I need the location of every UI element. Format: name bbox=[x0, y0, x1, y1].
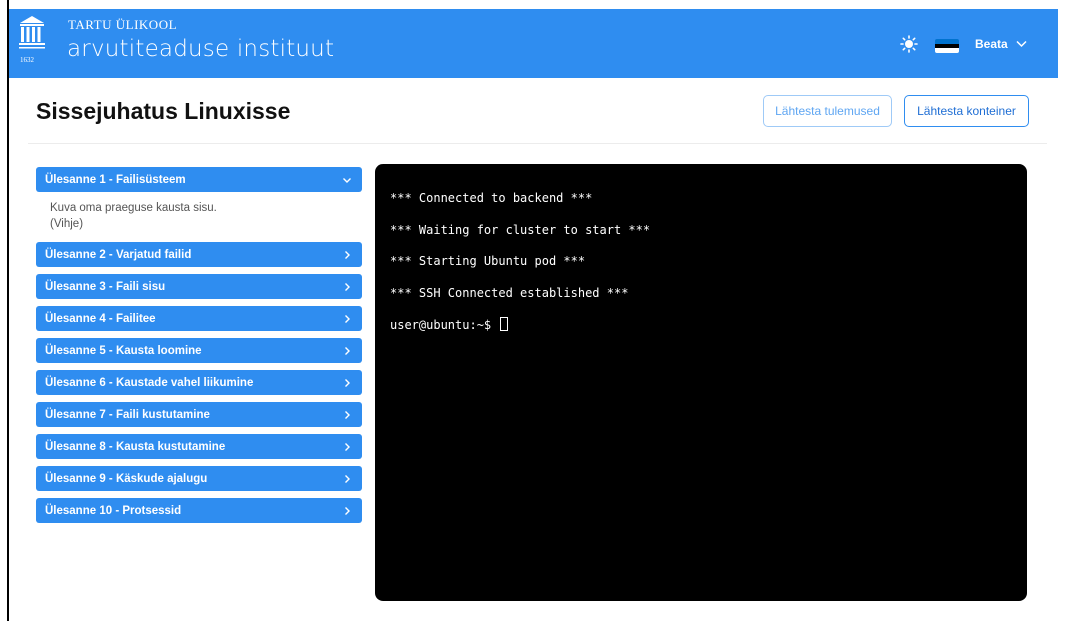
task-8[interactable]: Ülesanne 8 - Kausta kustutamine bbox=[36, 434, 362, 459]
task-list: Ülesanne 1 - Failisüsteem Kuva oma praeg… bbox=[36, 167, 362, 530]
estonian-flag-icon[interactable] bbox=[935, 39, 959, 53]
chevron-right-icon bbox=[345, 346, 350, 355]
terminal-prompt-line[interactable]: user@ubuntu:~$ bbox=[390, 317, 1027, 349]
app-frame: 1632 TARTU ÜLIKOOL arvutiteaduse institu… bbox=[0, 0, 1088, 621]
chevron-right-icon bbox=[345, 474, 350, 483]
task-1-details: Kuva oma praeguse kausta sisu. (Vihje) bbox=[36, 196, 362, 242]
reset-container-button[interactable]: Lähtesta konteiner bbox=[904, 95, 1029, 127]
chevron-right-icon bbox=[345, 442, 350, 451]
task-label: Ülesanne 10 - Protsessid bbox=[45, 504, 182, 517]
task-label: Ülesanne 1 - Failisüsteem bbox=[45, 173, 186, 186]
task-5[interactable]: Ülesanne 5 - Kausta loomine bbox=[36, 338, 362, 363]
task-description: Kuva oma praeguse kausta sisu. bbox=[50, 202, 217, 214]
window-edge bbox=[7, 0, 9, 621]
user-menu[interactable]: Beata bbox=[975, 37, 1027, 51]
reset-results-button[interactable]: Lähtesta tulemused bbox=[763, 95, 892, 127]
task-1[interactable]: Ülesanne 1 - Failisüsteem bbox=[36, 167, 362, 192]
chevron-right-icon bbox=[345, 314, 350, 323]
chevron-right-icon bbox=[345, 378, 350, 387]
divider bbox=[28, 143, 1047, 144]
chevron-right-icon bbox=[345, 282, 350, 291]
terminal-line: *** SSH Connected established *** bbox=[390, 285, 629, 300]
task-4[interactable]: Ülesanne 4 - Failitee bbox=[36, 306, 362, 331]
task-9[interactable]: Ülesanne 9 - Käskude ajalugu bbox=[36, 466, 362, 491]
page-title: Sissejuhatus Linuxisse bbox=[36, 98, 291, 124]
task-label: Ülesanne 4 - Failitee bbox=[45, 312, 156, 325]
task-label: Ülesanne 9 - Käskude ajalugu bbox=[45, 472, 208, 485]
task-6[interactable]: Ülesanne 6 - Kaustade vahel liikumine bbox=[36, 370, 362, 395]
top-header: 1632 TARTU ÜLIKOOL arvutiteaduse institu… bbox=[9, 9, 1058, 78]
task-10[interactable]: Ülesanne 10 - Protsessid bbox=[36, 498, 362, 523]
task-label: Ülesanne 5 - Kausta loomine bbox=[45, 344, 202, 357]
terminal-line: *** Connected to backend *** bbox=[390, 191, 593, 205]
task-7[interactable]: Ülesanne 7 - Faili kustutamine bbox=[36, 402, 362, 427]
terminal-line: *** Waiting for cluster to start *** bbox=[390, 222, 651, 237]
terminal-cursor bbox=[500, 317, 509, 331]
chevron-right-icon bbox=[345, 250, 350, 259]
task-label: Ülesanne 8 - Kausta kustutamine bbox=[45, 440, 226, 453]
university-logo-icon[interactable]: 1632 bbox=[18, 14, 46, 74]
task-3[interactable]: Ülesanne 3 - Faili sisu bbox=[36, 274, 362, 299]
chevron-down-icon bbox=[1016, 40, 1027, 48]
university-name[interactable]: TARTU ÜLIKOOL bbox=[68, 17, 177, 33]
terminal-prompt: user@ubuntu:~$ bbox=[390, 318, 492, 332]
logo-year: 1632 bbox=[20, 56, 35, 64]
institute-name[interactable]: arvutiteaduse instituut bbox=[67, 36, 334, 62]
user-name: Beata bbox=[975, 37, 1008, 51]
task-label: Ülesanne 6 - Kaustade vahel liikumine bbox=[45, 376, 254, 389]
task-label: Ülesanne 3 - Faili sisu bbox=[45, 280, 166, 293]
chevron-right-icon bbox=[345, 506, 350, 515]
chevron-down-icon bbox=[343, 177, 351, 183]
chevron-right-icon bbox=[345, 410, 350, 419]
terminal[interactable]: *** Connected to backend *** *** Waiting… bbox=[375, 164, 1027, 601]
task-label: Ülesanne 2 - Varjatud failid bbox=[45, 248, 192, 261]
hint-link[interactable]: (Vihje) bbox=[50, 216, 362, 232]
terminal-line: *** Starting Ubuntu pod *** bbox=[390, 254, 586, 268]
task-label: Ülesanne 7 - Faili kustutamine bbox=[45, 408, 210, 421]
task-2[interactable]: Ülesanne 2 - Varjatud failid bbox=[36, 242, 362, 267]
sun-icon[interactable] bbox=[900, 35, 918, 53]
